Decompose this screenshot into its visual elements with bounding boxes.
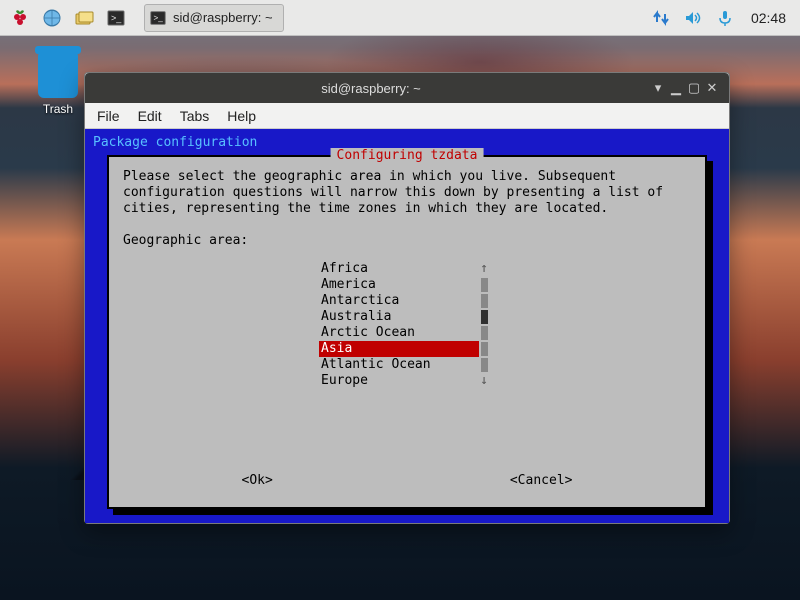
scrollbar-thumb[interactable] xyxy=(479,309,489,325)
menu-help[interactable]: Help xyxy=(227,108,256,124)
list-item[interactable]: Atlantic Ocean xyxy=(319,357,479,373)
terminal-launcher-icon[interactable]: >_ xyxy=(102,4,130,32)
list-item[interactable]: America xyxy=(319,277,479,293)
window-minimize-button[interactable]: ▁ xyxy=(667,80,685,96)
window-titlebar[interactable]: sid@raspberry: ~ ▾ ▁ ▢ ✕ xyxy=(85,73,729,103)
taskbar-task-terminal[interactable]: >_ sid@raspberry: ~ xyxy=(144,4,284,32)
dialog-body-text: Please select the geographic area in whi… xyxy=(123,169,691,249)
terminal-menubar: File Edit Tabs Help xyxy=(85,103,729,129)
browser-icon[interactable] xyxy=(38,4,66,32)
list-item[interactable]: Antarctica xyxy=(319,293,479,309)
dialog-title: Configuring tzdata xyxy=(331,148,484,164)
window-title: sid@raspberry: ~ xyxy=(93,81,649,96)
scrollbar-track[interactable] xyxy=(479,293,489,309)
scroll-down-icon[interactable]: ↓ xyxy=(479,373,489,389)
taskbar-task-label: sid@raspberry: ~ xyxy=(173,10,273,25)
svg-text:>_: >_ xyxy=(154,13,164,22)
cancel-button[interactable]: <Cancel> xyxy=(506,473,577,489)
taskbar: >_ >_ sid@raspberry: ~ 02:48 xyxy=(0,0,800,36)
list-item[interactable]: Africa xyxy=(319,261,479,277)
desktop-trash[interactable]: Trash xyxy=(28,52,88,116)
list-item[interactable]: Arctic Ocean xyxy=(319,325,479,341)
list-item[interactable]: Australia xyxy=(319,309,479,325)
network-icon[interactable] xyxy=(647,4,675,32)
window-close-button[interactable]: ✕ xyxy=(703,80,721,96)
trash-icon xyxy=(38,52,78,98)
list-item[interactable]: Asia xyxy=(319,341,479,357)
filemanager-icon[interactable] xyxy=(70,4,98,32)
scrollbar-track[interactable] xyxy=(479,325,489,341)
scrollbar-track[interactable] xyxy=(479,277,489,293)
volume-icon[interactable] xyxy=(679,4,707,32)
desktop-trash-label: Trash xyxy=(28,102,88,116)
window-maximize-button[interactable]: ▢ xyxy=(685,80,703,96)
terminal-window: sid@raspberry: ~ ▾ ▁ ▢ ✕ File Edit Tabs … xyxy=(84,72,730,524)
window-menu-button[interactable]: ▾ xyxy=(649,80,667,96)
terminal-icon: >_ xyxy=(149,9,167,27)
geographic-area-list[interactable]: Africa↑AmericaAntarcticaAustraliaArctic … xyxy=(319,261,569,389)
tzdata-dialog: Configuring tzdata Please select the geo… xyxy=(107,155,707,509)
menu-edit[interactable]: Edit xyxy=(138,108,162,124)
microphone-icon[interactable] xyxy=(711,4,739,32)
menu-file[interactable]: File xyxy=(97,108,120,124)
scroll-up-icon[interactable]: ↑ xyxy=(479,261,489,277)
ok-button[interactable]: <Ok> xyxy=(238,473,277,489)
scrollbar-track[interactable] xyxy=(479,341,489,357)
menu-tabs[interactable]: Tabs xyxy=(180,108,210,124)
terminal-body: Package configuration Configuring tzdata… xyxy=(85,129,729,523)
list-item[interactable]: Europe xyxy=(319,373,479,389)
scrollbar-track[interactable] xyxy=(479,357,489,373)
taskbar-clock[interactable]: 02:48 xyxy=(743,10,794,26)
menu-raspberry-icon[interactable] xyxy=(6,4,34,32)
svg-text:>_: >_ xyxy=(111,13,122,23)
